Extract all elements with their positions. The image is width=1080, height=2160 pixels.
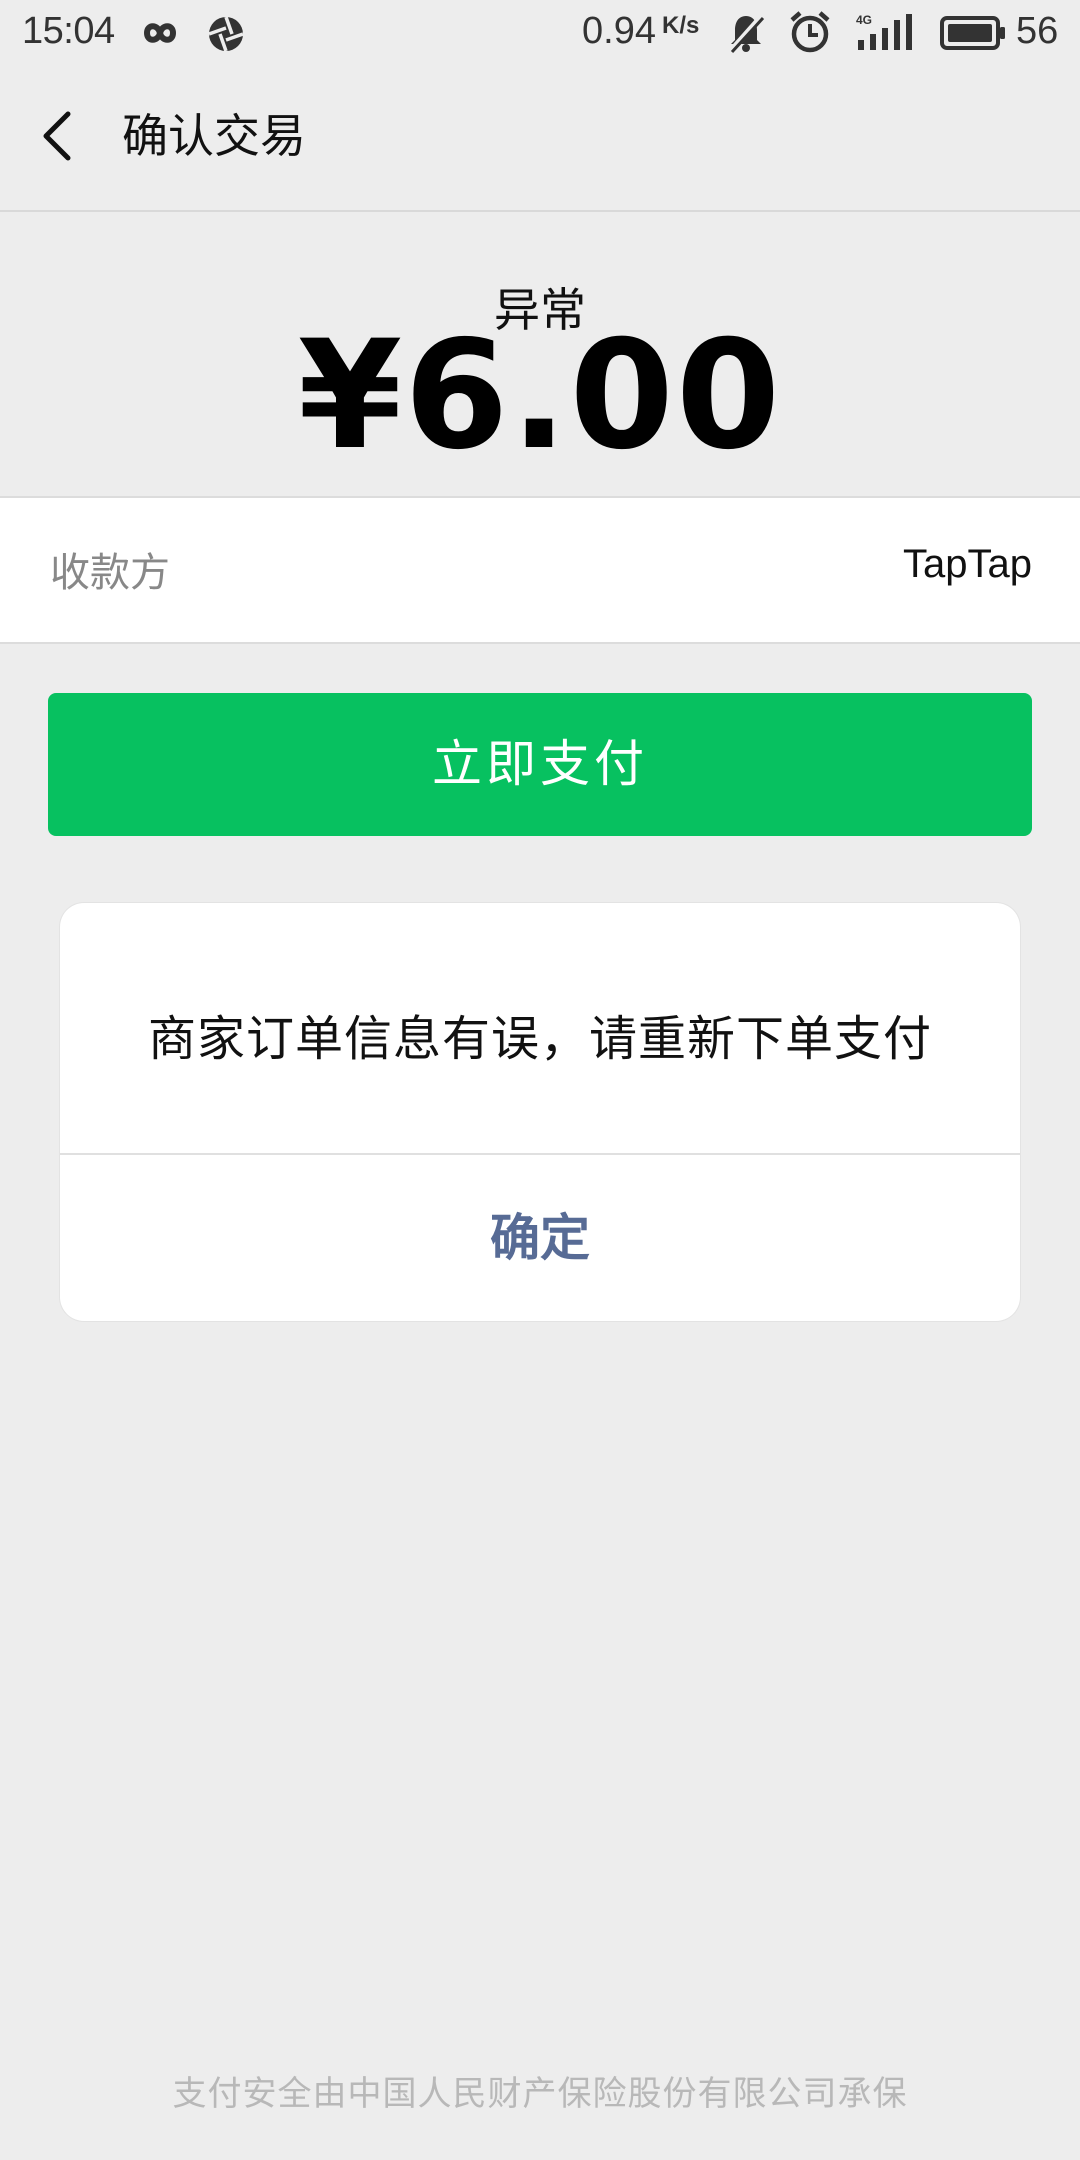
insurance-note: 支付安全由中国人民财产保险股份有限公司承保 — [172, 2074, 908, 2114]
back-button[interactable] — [30, 106, 90, 166]
infinity-icon — [144, 23, 176, 43]
dialog-message: 商家订单信息有误，请重新下单支付 — [147, 1011, 932, 1067]
battery-icon — [940, 16, 1005, 50]
net-speed-unit: K/s — [662, 12, 700, 39]
svg-text:4G: 4G — [856, 13, 872, 27]
status-time: 15:04 — [22, 10, 115, 52]
signal-4g-icon: 4G — [856, 13, 912, 50]
error-dialog: 商家订单信息有误，请重新下单支付 确定 — [60, 903, 1020, 1321]
net-speed: 0.94 — [582, 10, 656, 52]
payee-value: TapTap — [903, 542, 1032, 586]
status-bar: 15:04 0.94 K/s 4G 56 — [0, 0, 1080, 66]
battery-level: 56 — [1016, 10, 1059, 52]
pay-now-button[interactable]: 立即支付 — [48, 693, 1032, 836]
alarm-icon — [790, 11, 830, 53]
amount-section: 异常 ¥6.00 — [0, 212, 1080, 498]
bell-muted-icon — [727, 14, 765, 54]
payee-row: 收款方 TapTap — [0, 498, 1080, 644]
confirm-button[interactable]: 确定 — [60, 1155, 1020, 1321]
page-title: 确认交易 — [122, 109, 306, 163]
header: 确认交易 — [0, 66, 1080, 212]
aperture-icon — [208, 16, 244, 52]
amount-value: ¥6.00 — [297, 309, 783, 483]
payee-label: 收款方 — [50, 550, 170, 596]
chevron-left-icon — [43, 111, 71, 161]
